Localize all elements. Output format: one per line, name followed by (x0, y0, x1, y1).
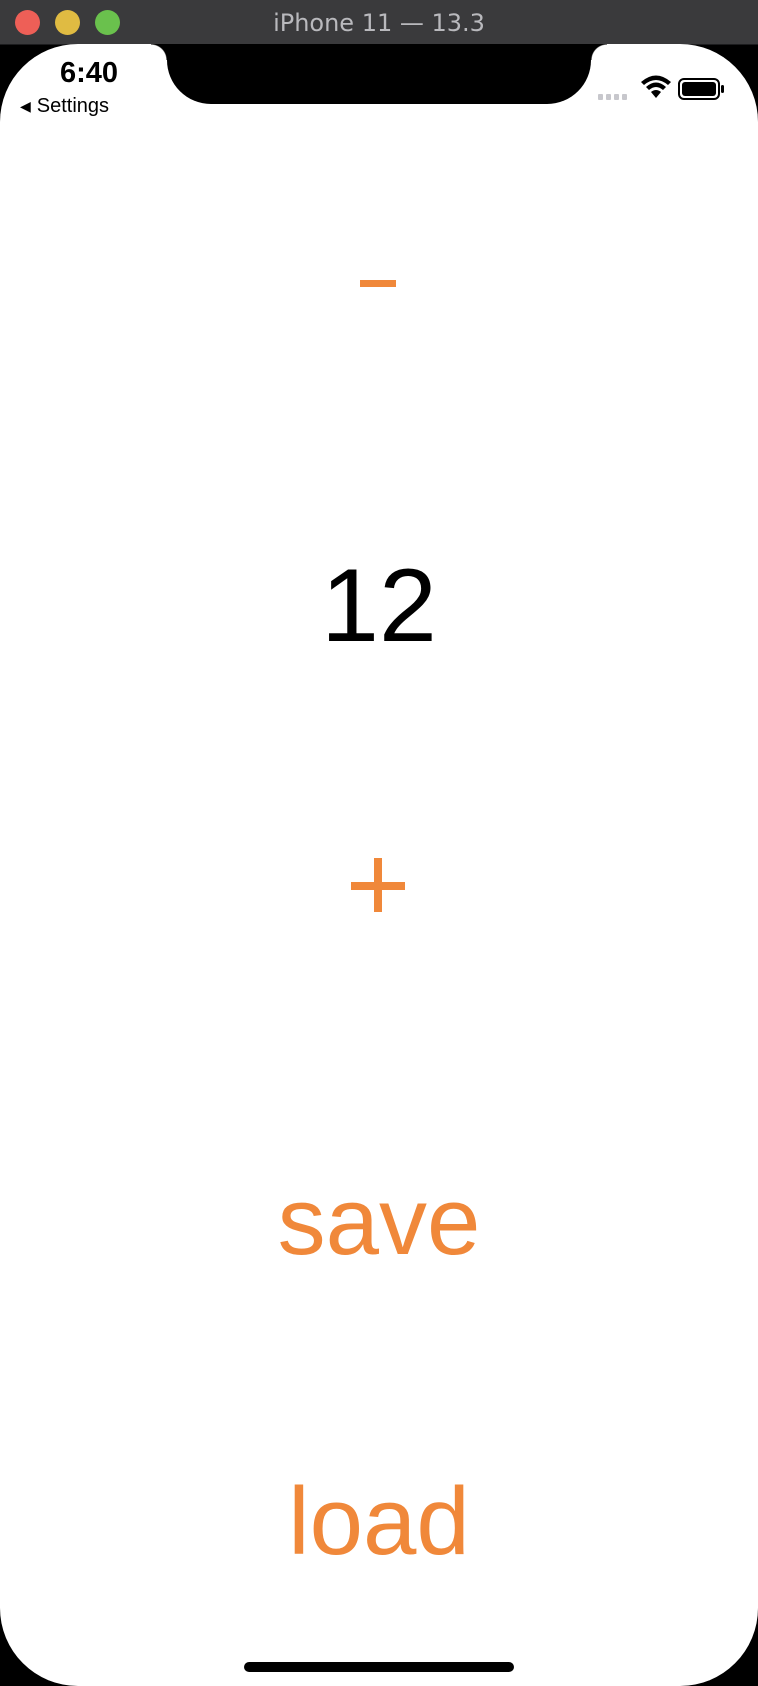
minus-icon (360, 280, 396, 287)
cellular-signal-icon (598, 94, 627, 100)
device-screen: 6:40 ◀ Settings 12 save load (0, 44, 758, 1686)
device-notch (151, 44, 607, 104)
window-titlebar: iPhone 11 — 13.3 (0, 0, 758, 45)
battery-icon (678, 78, 724, 100)
wifi-icon (641, 75, 671, 98)
back-label: Settings (36, 95, 110, 117)
back-to-settings-link[interactable]: ◀ Settings (20, 95, 109, 118)
counter-value: 12 (321, 548, 437, 664)
window-title: iPhone 11 — 13.3 (273, 9, 485, 37)
simulator-window: iPhone 11 — 13.3 6:40 ◀ Settings 12 save… (0, 0, 758, 1686)
home-indicator[interactable] (244, 1662, 514, 1672)
back-triangle-icon: ◀ (20, 98, 31, 114)
load-button[interactable]: load (0, 1474, 758, 1570)
plus-icon (351, 882, 405, 890)
save-button[interactable]: save (0, 1174, 758, 1270)
status-time: 6:40 (60, 57, 119, 89)
